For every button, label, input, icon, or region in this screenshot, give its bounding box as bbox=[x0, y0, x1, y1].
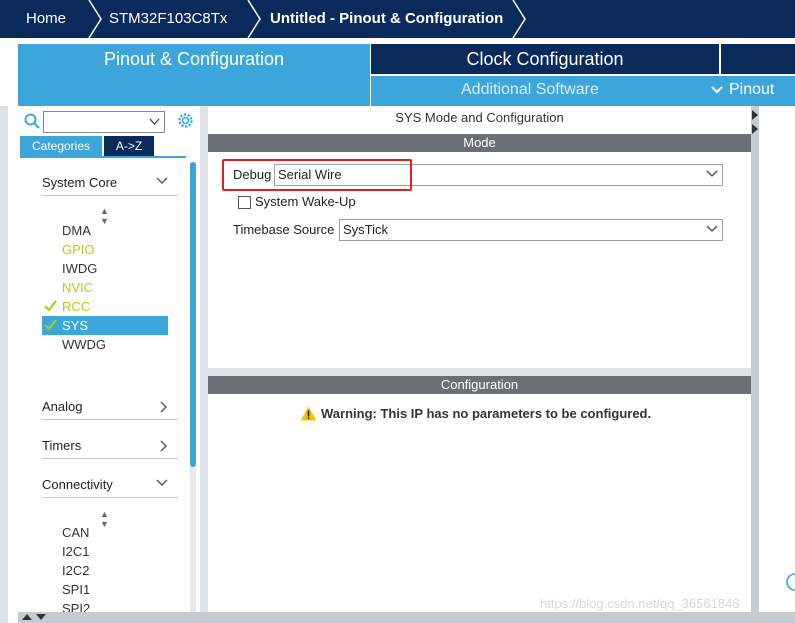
system-wakeup-checkbox[interactable] bbox=[238, 196, 251, 209]
categories-panel: Categories A->Z System Core ▲ ▼ DMA GPIO IW… bbox=[18, 106, 201, 616]
chevron-down-icon bbox=[706, 225, 718, 232]
search-input[interactable] bbox=[43, 111, 165, 133]
bottom-scrollbar[interactable] bbox=[18, 612, 795, 623]
breadcrumb-separator-icon bbox=[247, 0, 261, 38]
right-panel-edge bbox=[751, 106, 795, 612]
timebase-label: Timebase Source bbox=[233, 222, 335, 237]
gear-icon[interactable] bbox=[176, 111, 195, 130]
check-icon bbox=[44, 319, 57, 331]
breadcrumb-current[interactable]: Untitled - Pinout & Configuration bbox=[270, 0, 503, 38]
sidebar-item-label: RCC bbox=[62, 299, 91, 314]
section-analog[interactable]: Analog bbox=[42, 395, 178, 420]
sidebar-item-label: I2C1 bbox=[62, 544, 90, 559]
warning-text: Warning: This IP has no parameters to be… bbox=[321, 406, 652, 421]
sidebar-item-spi1[interactable]: SPI1 bbox=[42, 580, 168, 599]
sidebar-item-label: I2C2 bbox=[62, 563, 90, 578]
scroll-arrows-icon[interactable] bbox=[22, 614, 48, 622]
main-tab-bar: Pinout & Configuration Clock Configurati… bbox=[0, 38, 795, 144]
breadcrumb: Home STM32F103C8Tx Untitled - Pinout & C… bbox=[0, 0, 795, 38]
sidebar-item-label: WWDG bbox=[62, 337, 107, 352]
tab-categories[interactable]: Categories bbox=[20, 136, 102, 156]
chevron-down-icon bbox=[706, 170, 718, 177]
sidebar-item-gpio[interactable]: GPIO bbox=[42, 240, 168, 259]
sidebar-item-i2c1[interactable]: I2C1 bbox=[42, 542, 168, 561]
section-system-core-label: System Core bbox=[42, 175, 118, 190]
additional-software-button[interactable]: Additional Software bbox=[461, 76, 599, 104]
chevron-down-icon bbox=[156, 479, 168, 486]
sidebar-item-rcc[interactable]: RCC bbox=[42, 297, 168, 316]
sidebar-item-wwdg[interactable]: WWDG bbox=[42, 335, 168, 354]
chevron-down-icon[interactable] bbox=[149, 118, 160, 125]
chevron-right-icon bbox=[160, 440, 167, 452]
sidebar-item-label: IWDG bbox=[62, 261, 98, 276]
section-timers[interactable]: Timers bbox=[42, 434, 178, 459]
sidebar-item-can[interactable]: CAN bbox=[42, 523, 168, 542]
system-wakeup-label: System Wake-Up bbox=[255, 194, 356, 209]
sidebar-item-label: CAN bbox=[62, 525, 90, 540]
sidebar-item-label: DMA bbox=[62, 223, 91, 238]
mode-header: Mode bbox=[208, 134, 751, 152]
breadcrumb-device[interactable]: STM32F103C8Tx bbox=[109, 0, 227, 38]
chevron-down-icon bbox=[711, 86, 723, 94]
tab-a-to-z[interactable]: A->Z bbox=[104, 136, 154, 156]
sidebar-item-label: SYS bbox=[62, 318, 89, 333]
debug-highlight-box bbox=[222, 159, 412, 191]
check-icon bbox=[44, 300, 57, 312]
breadcrumb-separator-icon bbox=[88, 0, 102, 38]
timebase-select[interactable]: SysTick bbox=[339, 219, 723, 241]
sidebar-item-label: GPIO bbox=[62, 242, 95, 257]
mode-card: SYS Mode and Configuration Mode Debug Se… bbox=[208, 106, 751, 368]
chevron-right-icon bbox=[160, 401, 167, 413]
warning-message: Warning: This IP has no parameters to be… bbox=[300, 406, 651, 421]
categories-scrollbar[interactable] bbox=[190, 162, 196, 612]
sidebar-item-nvic[interactable]: NVIC bbox=[42, 278, 168, 297]
tab-underline bbox=[20, 156, 186, 158]
right-splitter[interactable] bbox=[751, 106, 759, 612]
warning-icon bbox=[300, 406, 317, 421]
tab-tools[interactable] bbox=[721, 44, 795, 74]
section-system-core[interactable]: System Core bbox=[42, 171, 178, 196]
breadcrumb-separator-icon bbox=[512, 0, 526, 38]
page-title: SYS Mode and Configuration bbox=[395, 110, 564, 125]
sidebar-item-dma[interactable]: DMA bbox=[42, 221, 168, 240]
configuration-card: Configuration Warning: This IP has no pa… bbox=[208, 376, 751, 612]
sidebar-item-sys[interactable]: SYS bbox=[42, 316, 168, 335]
sub-toolbar: Additional Software Pinout bbox=[371, 76, 795, 108]
configuration-header: Configuration bbox=[208, 376, 751, 394]
scrollbar-thumb[interactable] bbox=[190, 162, 196, 467]
section-analog-label: Analog bbox=[42, 399, 83, 414]
zoom-in-icon[interactable] bbox=[785, 572, 795, 592]
pinout-menu-label: Pinout bbox=[729, 81, 775, 98]
sidebar-item-i2c2[interactable]: I2C2 bbox=[42, 561, 168, 580]
pinout-menu-button[interactable]: Pinout bbox=[711, 76, 774, 104]
watermark-text: https://blog.csdn.net/qq_36561846 bbox=[540, 596, 740, 611]
tab-clock-configuration[interactable]: Clock Configuration bbox=[371, 44, 719, 74]
sidebar-item-iwdg[interactable]: IWDG bbox=[42, 259, 168, 278]
search-icon[interactable] bbox=[24, 113, 40, 129]
chevron-down-icon bbox=[156, 177, 168, 184]
sidebar-item-label: NVIC bbox=[62, 280, 94, 295]
breadcrumb-home[interactable]: Home bbox=[26, 0, 66, 38]
sidebar-item-label: SPI1 bbox=[62, 582, 91, 597]
tab-pinout-label: Pinout & Configuration bbox=[103, 49, 285, 69]
section-connectivity[interactable]: Connectivity bbox=[42, 473, 178, 498]
section-timers-label: Timers bbox=[42, 438, 82, 453]
timebase-select-value: SysTick bbox=[343, 222, 389, 237]
section-connectivity-label: Connectivity bbox=[42, 477, 113, 492]
splitter-arrows-icon[interactable] bbox=[752, 110, 759, 136]
search-row bbox=[22, 109, 200, 133]
sys-config-area: SYS Mode and Configuration Mode Debug Se… bbox=[200, 106, 751, 612]
